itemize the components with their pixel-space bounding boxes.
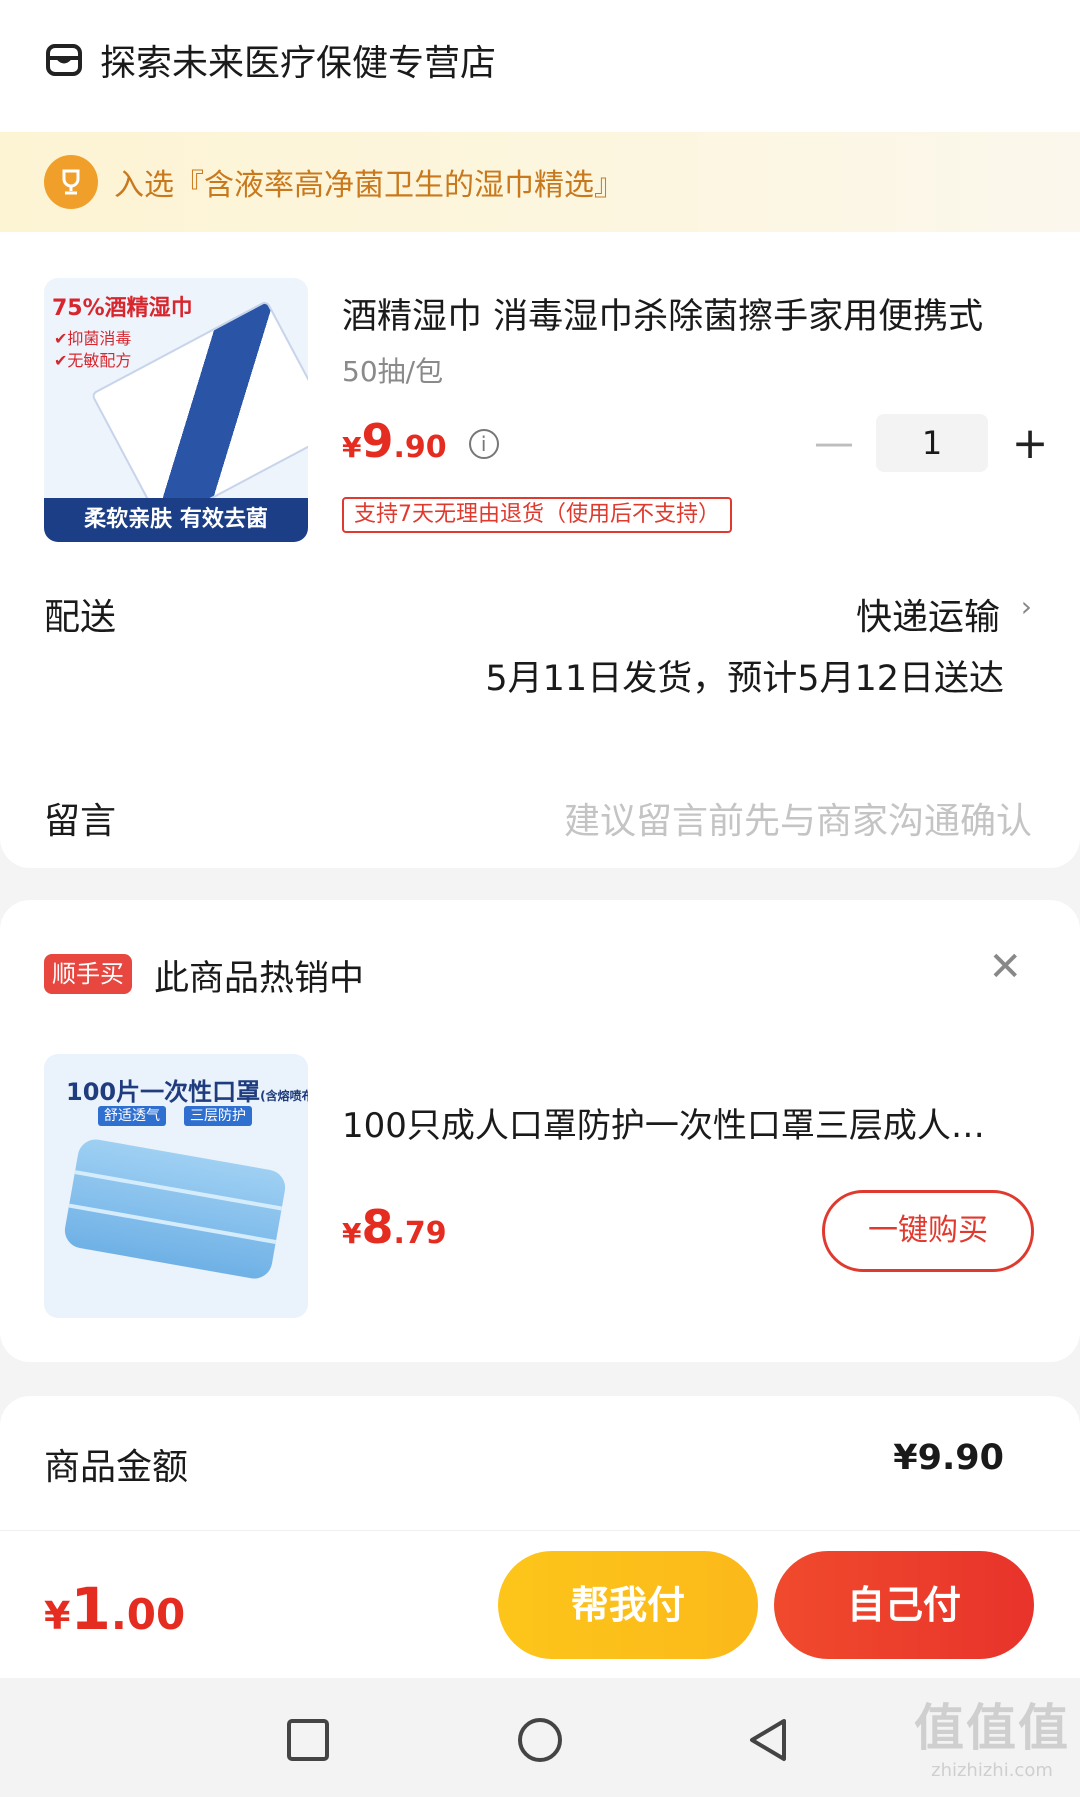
total-integer: 1 bbox=[70, 1575, 111, 1643]
upsell-price: ¥ 8 .79 bbox=[342, 1200, 447, 1254]
mask-image-title: 100片一次性口罩 bbox=[66, 1078, 261, 1106]
watermark-logo: 值值值 bbox=[914, 1699, 1070, 1757]
watermark-url: zhizhizhi.com bbox=[931, 1760, 1053, 1781]
price-integer: 9 bbox=[361, 414, 394, 468]
shipping-method[interactable]: 快递运输 bbox=[856, 588, 1000, 640]
product-image[interactable]: 75%酒精湿巾 ✔抑菌消毒 ✔无敏配方 柔软亲肤 有效去菌 bbox=[44, 278, 308, 542]
product-image-slogan: 柔软亲肤 有效去菌 bbox=[44, 498, 308, 542]
upsell-badge: 顺手买 bbox=[44, 954, 132, 994]
total-price: ¥ 1 .00 bbox=[44, 1575, 185, 1643]
product-price: ¥ 9 .90 i bbox=[342, 414, 499, 474]
mask-image-sub: (含熔喷布) bbox=[260, 1089, 308, 1103]
trophy-icon bbox=[44, 155, 98, 209]
price-decimal: .90 bbox=[393, 430, 447, 465]
store-header[interactable]: 探索未来医疗保健专营店 bbox=[44, 30, 496, 90]
mask-graphic bbox=[62, 1136, 288, 1282]
back-triangle-icon[interactable] bbox=[744, 1716, 792, 1764]
upsell-card: 顺手买 此商品热销中 ✕ 100片一次性口罩(含熔喷布) 舒适透气 三层防护 1… bbox=[0, 900, 1080, 1362]
increase-quantity-button[interactable]: + bbox=[1008, 418, 1052, 469]
recents-square-icon[interactable] bbox=[284, 1716, 332, 1764]
upsell-title: 此商品热销中 bbox=[154, 959, 365, 999]
return-policy-tag: 支持7天无理由退货（使用后不支持） bbox=[342, 497, 732, 533]
price-integer: 8 bbox=[361, 1200, 394, 1254]
mask-feature-pill: 舒适透气 bbox=[98, 1106, 166, 1126]
note-label: 留言 bbox=[44, 801, 117, 842]
store-name: 探索未来医疗保健专营店 bbox=[100, 43, 497, 84]
watermark: 值值值 zhizhizhi.com bbox=[914, 1688, 1070, 1781]
banner-text: 入选『含液率高净菌卫生的湿巾精选』 bbox=[114, 168, 624, 203]
order-card: 探索未来医疗保健专营店 入选『含液率高净菌卫生的湿巾精选』 75%酒精湿巾 ✔抑… bbox=[0, 0, 1080, 868]
home-circle-icon[interactable] bbox=[516, 1716, 564, 1764]
selection-banner[interactable]: 入选『含液率高净菌卫生的湿巾精选』 bbox=[0, 132, 1080, 232]
close-icon[interactable]: ✕ bbox=[988, 944, 1022, 990]
system-navigation-bar: 值值值 zhizhizhi.com bbox=[0, 1678, 1080, 1797]
self-pay-button[interactable]: 自己付 bbox=[774, 1551, 1034, 1659]
upsell-product-name[interactable]: 100只成人口罩防护一次性口罩三层成人防护 bbox=[342, 1098, 1010, 1147]
price-currency: ¥ bbox=[342, 1217, 362, 1250]
shipping-date: 5月11日发货，预计5月12日送达 bbox=[485, 659, 1004, 699]
store-icon bbox=[46, 44, 82, 76]
product-title[interactable]: 酒精湿巾 消毒湿巾杀除菌擦手家用便携式 bbox=[342, 288, 1012, 339]
goods-amount-value: ¥9.90 bbox=[893, 1438, 1004, 1478]
checkout-bar: ¥ 1 .00 帮我付 自己付 bbox=[0, 1530, 1080, 1678]
product-image-tag: 75%酒精湿巾 bbox=[52, 296, 193, 321]
friend-pay-button[interactable]: 帮我付 bbox=[498, 1551, 758, 1659]
price-currency: ¥ bbox=[342, 431, 362, 464]
mask-product-image[interactable]: 100片一次性口罩(含熔喷布) 舒适透气 三层防护 bbox=[44, 1054, 308, 1318]
chevron-right-icon[interactable]: › bbox=[1021, 590, 1032, 623]
quantity-stepper: — 1 + bbox=[812, 414, 1052, 472]
goods-amount-label: 商品金额 bbox=[44, 1447, 189, 1488]
product-image-features: ✔抑菌消毒 ✔无敏配方 bbox=[54, 329, 132, 370]
note-input[interactable]: 建议留言前先与商家沟通确认 bbox=[564, 792, 1032, 844]
info-icon[interactable]: i bbox=[468, 429, 499, 459]
mask-feature-pill: 三层防护 bbox=[184, 1106, 252, 1126]
price-decimal: .79 bbox=[393, 1216, 447, 1251]
decrease-quantity-button[interactable]: — bbox=[812, 420, 856, 466]
quantity-input[interactable]: 1 bbox=[876, 414, 988, 472]
product-spec[interactable]: 50抽/包 bbox=[342, 350, 443, 390]
total-decimal: .00 bbox=[110, 1590, 186, 1639]
shipping-label: 配送 bbox=[44, 597, 117, 638]
one-click-buy-button[interactable]: 一键购买 bbox=[822, 1190, 1034, 1272]
total-currency: ¥ bbox=[44, 1594, 71, 1638]
